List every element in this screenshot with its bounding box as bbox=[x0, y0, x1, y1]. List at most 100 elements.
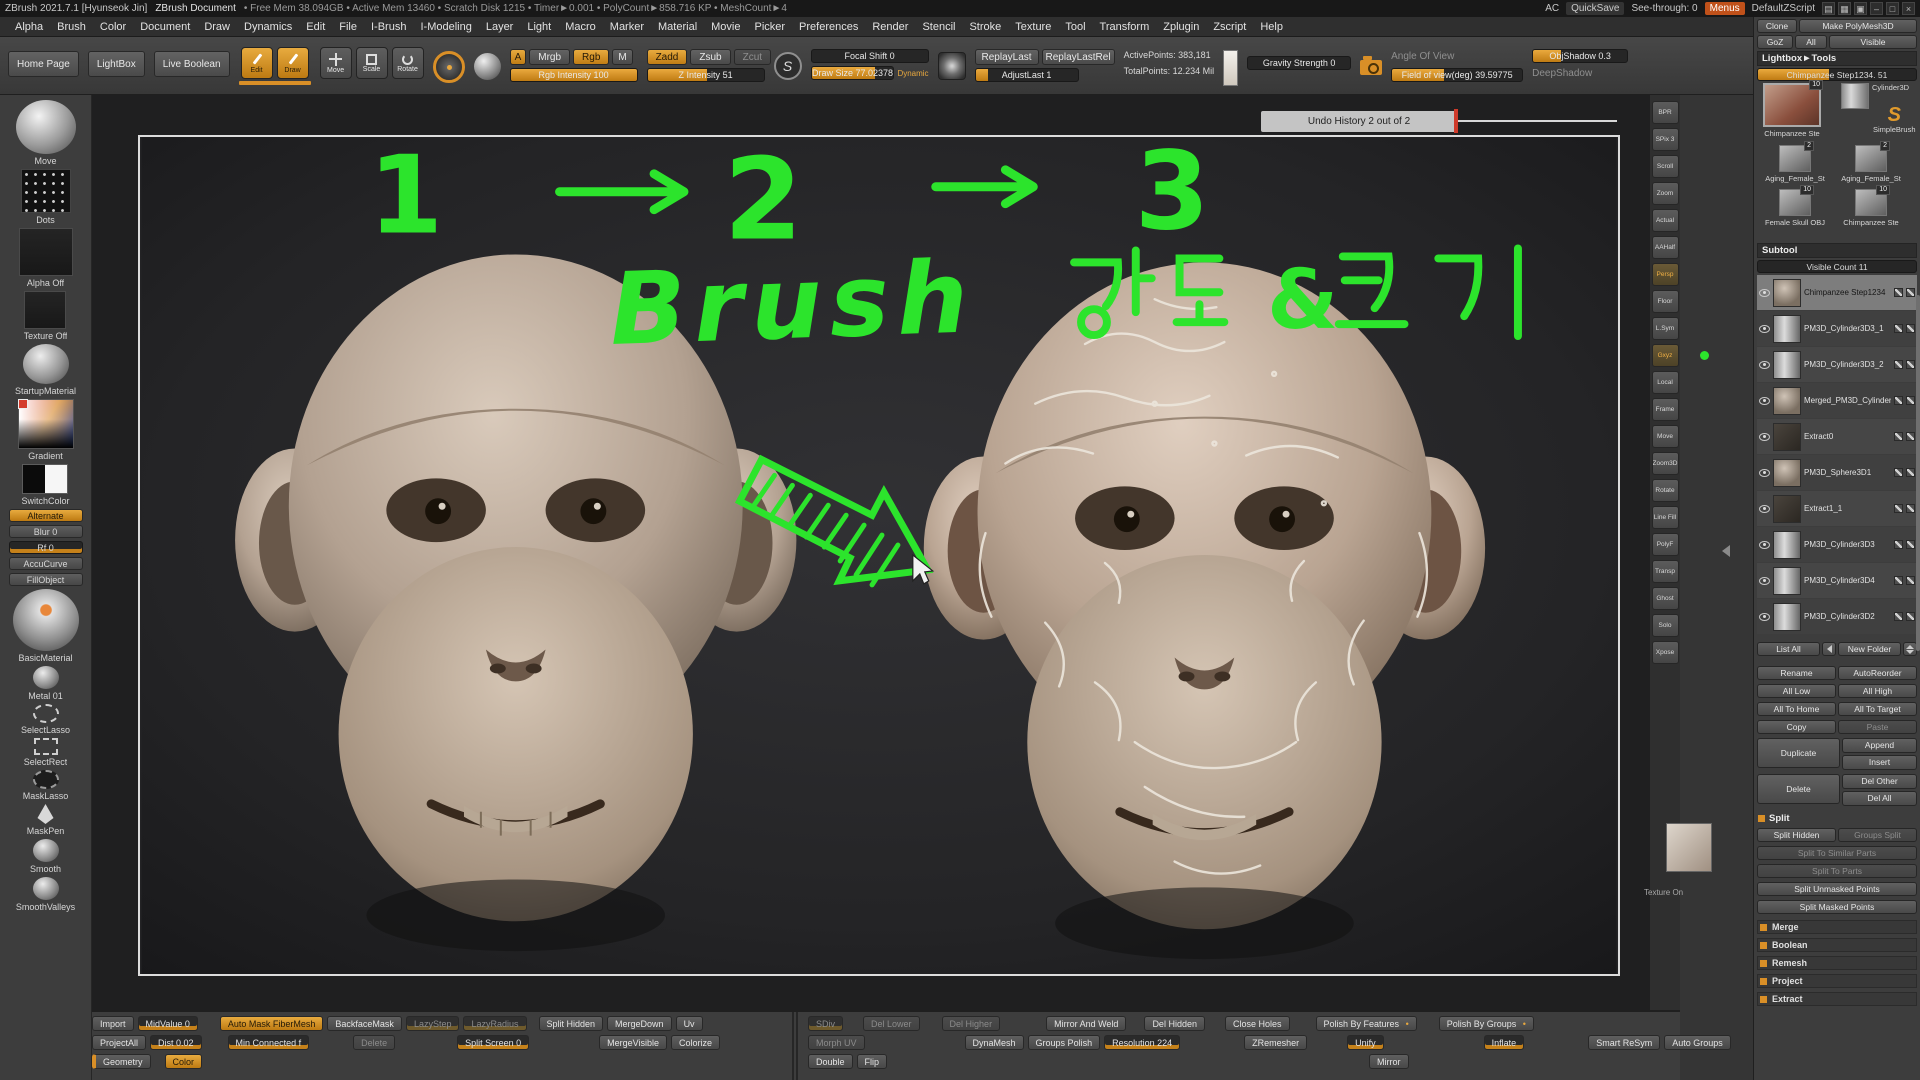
left-shelf-item[interactable]: MaskLasso bbox=[23, 770, 69, 801]
camera-icon[interactable] bbox=[1360, 60, 1382, 75]
groups-split-button[interactable]: Groups Split bbox=[1838, 828, 1917, 842]
split-unmasked-button[interactable]: Split Unmasked Points bbox=[1757, 882, 1917, 896]
bottom-button[interactable]: Geometry bbox=[92, 1054, 151, 1069]
left-shelf-item[interactable]: Move bbox=[16, 100, 76, 166]
left-shelf-item[interactable]: Texture Off bbox=[24, 291, 68, 341]
rgb-intensity-slider[interactable]: Rgb Intensity 100 bbox=[510, 68, 638, 82]
bottom-button[interactable]: Auto Groups bbox=[1664, 1035, 1731, 1050]
tool-section-header[interactable]: Boolean bbox=[1757, 938, 1917, 952]
visibility-eye-icon[interactable] bbox=[1759, 541, 1770, 549]
prev-folder-button[interactable] bbox=[1822, 642, 1836, 656]
edit-button[interactable]: Edit bbox=[241, 47, 273, 79]
right-shelf-button[interactable]: Frame bbox=[1652, 398, 1679, 421]
material-preview-icon[interactable] bbox=[474, 53, 501, 80]
bottom-button[interactable]: Mirror And Weld bbox=[1046, 1016, 1126, 1031]
undo-history-track[interactable] bbox=[1457, 120, 1617, 122]
right-shelf-button[interactable]: Local bbox=[1652, 371, 1679, 394]
window-control-icon[interactable]: □ bbox=[1886, 2, 1899, 15]
undo-history-bar[interactable]: Undo History 2 out of 2 bbox=[1261, 111, 1457, 132]
menu-item[interactable]: Texture bbox=[1008, 21, 1058, 33]
menu-item[interactable]: Draw bbox=[197, 21, 237, 33]
left-shelf-item[interactable]: MaskPen bbox=[27, 804, 65, 836]
subtool-row[interactable]: PM3D_Cylinder3D2 bbox=[1757, 599, 1917, 634]
undo-history-marker[interactable] bbox=[1454, 109, 1458, 133]
bottom-button[interactable]: Del Lower bbox=[863, 1016, 920, 1031]
bottom-button[interactable]: MergeVisible bbox=[599, 1035, 667, 1050]
menu-item[interactable]: File bbox=[332, 21, 364, 33]
m-button[interactable]: M bbox=[612, 49, 632, 65]
split-section-header[interactable]: Split bbox=[1757, 812, 1917, 825]
bottom-button[interactable]: Polish By Features bbox=[1316, 1016, 1417, 1031]
bottom-button[interactable]: Smart ReSym bbox=[1588, 1035, 1660, 1050]
alpha-preview-icon[interactable] bbox=[938, 52, 966, 80]
polypaint-icon[interactable] bbox=[1894, 504, 1903, 513]
subtool-row[interactable]: Chimpanzee Step1234 bbox=[1757, 275, 1917, 310]
panel-collapse-handle[interactable] bbox=[1722, 545, 1730, 557]
bottom-button[interactable]: Polish By Groups bbox=[1439, 1016, 1534, 1031]
polypaint-icon[interactable] bbox=[1894, 612, 1903, 621]
simplebrush-tool-cell[interactable]: S SimpleBrush bbox=[1873, 105, 1916, 134]
polypaint-icon[interactable] bbox=[1894, 324, 1903, 333]
subtool-row[interactable]: PM3D_Cylinder3D3 bbox=[1757, 527, 1917, 562]
right-shelf-button[interactable]: Transp bbox=[1652, 560, 1679, 583]
bottom-button[interactable]: LazyStep bbox=[406, 1016, 460, 1031]
left-shelf-item[interactable]: SelectLasso bbox=[21, 704, 70, 735]
right-shelf-button[interactable]: Solo bbox=[1652, 614, 1679, 637]
polypaint-icon[interactable] bbox=[1894, 432, 1903, 441]
tool-thumbnail-cell[interactable]: 10 Female Skull OBJ bbox=[1757, 189, 1833, 227]
window-control-icon[interactable]: ▤ bbox=[1822, 2, 1835, 15]
tool-section-header[interactable]: Project bbox=[1757, 974, 1917, 988]
duplicate-button[interactable]: Duplicate bbox=[1757, 738, 1840, 768]
right-shelf-button[interactable]: Actual bbox=[1652, 209, 1679, 232]
visibility-eye-icon[interactable] bbox=[1759, 325, 1770, 333]
menu-item[interactable]: Edit bbox=[299, 21, 332, 33]
zsub-button[interactable]: Zsub bbox=[690, 49, 730, 65]
uv-icon[interactable] bbox=[1906, 540, 1915, 549]
goz-all-button[interactable]: All bbox=[1795, 35, 1827, 49]
right-shelf-button[interactable]: AAHalf bbox=[1652, 236, 1679, 259]
all-high-button[interactable]: All High bbox=[1838, 684, 1917, 698]
bottom-button[interactable]: Delete bbox=[353, 1035, 395, 1050]
draw-size-slider[interactable]: Draw Size 77.02378 bbox=[811, 66, 895, 80]
right-shelf-button[interactable]: Scroll bbox=[1652, 155, 1679, 178]
uv-icon[interactable] bbox=[1906, 468, 1915, 477]
visibility-eye-icon[interactable] bbox=[1759, 433, 1770, 441]
focal-shift-slider[interactable]: Focal Shift 0 bbox=[811, 49, 929, 63]
menu-item[interactable]: Preferences bbox=[792, 21, 865, 33]
all-to-target-button[interactable]: All To Target bbox=[1838, 702, 1917, 716]
polypaint-icon[interactable] bbox=[1894, 540, 1903, 549]
autoreorder-button[interactable]: AutoReorder bbox=[1838, 666, 1917, 680]
bottom-button[interactable]: Mirror bbox=[1369, 1054, 1409, 1069]
menu-item[interactable]: I-Brush bbox=[364, 21, 413, 33]
split-hidden-button[interactable]: Split Hidden bbox=[1757, 828, 1836, 842]
subtool-row[interactable]: PM3D_Cylinder3D3_2 bbox=[1757, 347, 1917, 382]
lightbox-button[interactable]: LightBox bbox=[88, 51, 145, 77]
right-shelf-button[interactable]: Xpose bbox=[1652, 641, 1679, 664]
visibility-eye-icon[interactable] bbox=[1759, 577, 1770, 585]
obj-shadow-slider[interactable]: ObjShadow 0.3 bbox=[1532, 49, 1628, 63]
menu-item[interactable]: Document bbox=[133, 21, 197, 33]
reorder-arrows-button[interactable] bbox=[1903, 642, 1917, 656]
bottom-button[interactable]: Double bbox=[808, 1054, 853, 1069]
tool-section-header[interactable]: Remesh bbox=[1757, 956, 1917, 970]
subtool-row[interactable]: PM3D_Sphere3D1 bbox=[1757, 455, 1917, 490]
tool-thumbnail-cell[interactable]: 2 Aging_Female_St bbox=[1833, 145, 1909, 183]
all-to-home-button[interactable]: All To Home bbox=[1757, 702, 1836, 716]
stroke-type-icon[interactable]: S bbox=[774, 52, 802, 80]
bottom-button[interactable]: MidValue 0 bbox=[138, 1016, 198, 1031]
bottom-button[interactable]: Inflate bbox=[1484, 1035, 1525, 1050]
del-other-button[interactable]: Del Other bbox=[1842, 774, 1917, 789]
new-folder-button[interactable]: New Folder bbox=[1838, 642, 1901, 656]
right-shelf-button[interactable]: Line Fill bbox=[1652, 506, 1679, 529]
current-brush-icon[interactable] bbox=[433, 51, 465, 83]
uv-icon[interactable] bbox=[1906, 576, 1915, 585]
bottom-button[interactable]: Uv bbox=[676, 1016, 703, 1031]
window-control-icon[interactable]: × bbox=[1902, 2, 1915, 15]
left-shelf-item[interactable]: Metal 01 bbox=[28, 666, 63, 701]
seethrough-slider[interactable]: See-through: 0 bbox=[1631, 3, 1697, 14]
deep-shadow-button[interactable]: DeepShadow bbox=[1532, 66, 1628, 82]
visible-count-slider[interactable]: Visible Count 11 bbox=[1757, 260, 1917, 273]
menu-item[interactable]: Tool bbox=[1058, 21, 1092, 33]
split-to-parts-button[interactable]: Split To Parts bbox=[1757, 864, 1917, 878]
right-shelf-button[interactable]: Zoom3D bbox=[1652, 452, 1679, 475]
